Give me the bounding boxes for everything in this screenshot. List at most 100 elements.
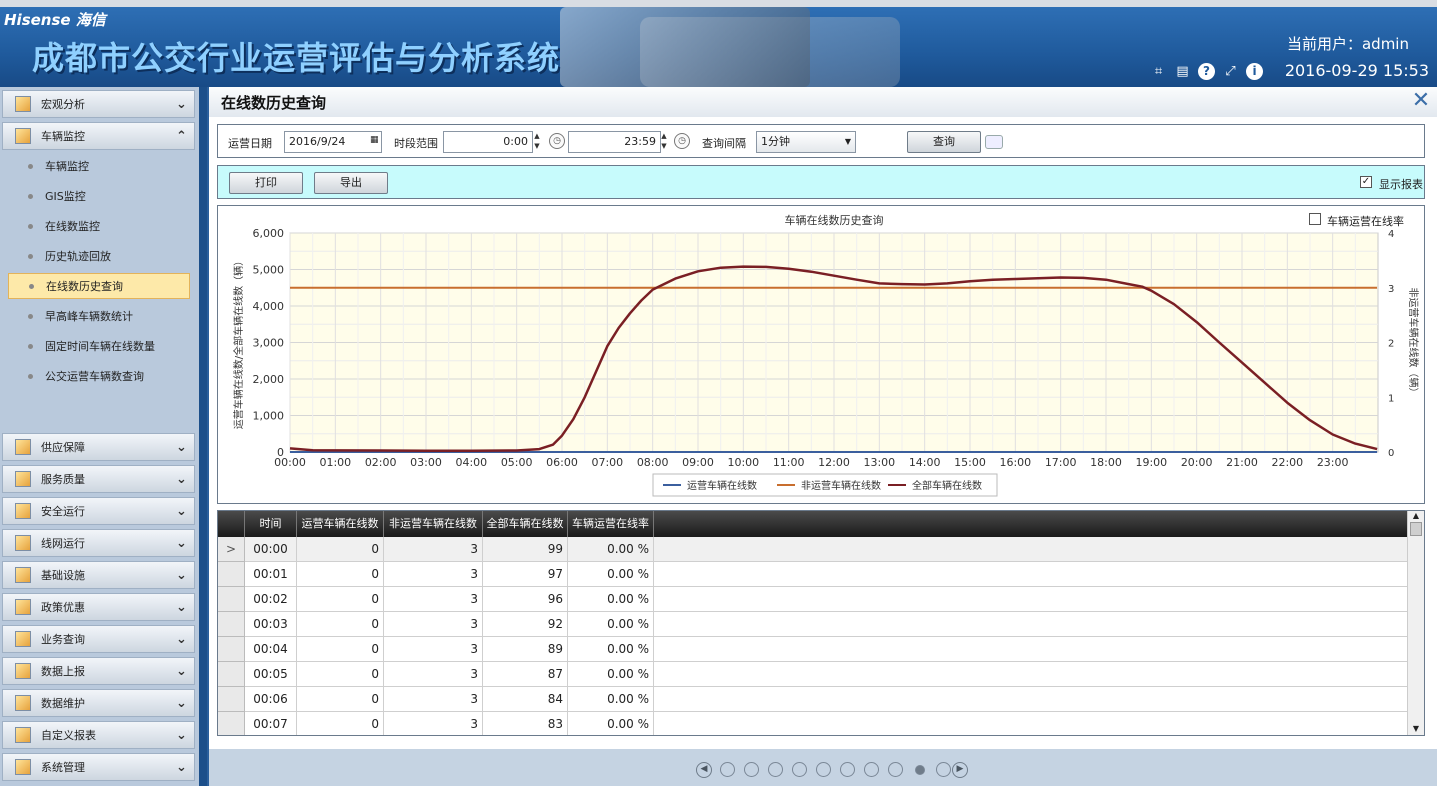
- time-start-field[interactable]: 0:00: [443, 131, 533, 153]
- y2-tick-label: 1: [1388, 393, 1394, 404]
- chevron-down-icon: ⌄: [176, 695, 187, 711]
- scroll-down-icon[interactable]: ▼: [1408, 724, 1424, 733]
- sidebar-group-supply[interactable]: 供应保障 ⌄: [2, 433, 195, 461]
- table-row[interactable]: 00:02 0 3 96 0.00 %: [218, 587, 1409, 612]
- table-cell: 0: [297, 587, 384, 612]
- row-header[interactable]: [218, 612, 245, 637]
- calendar-icon[interactable]: ▦: [370, 135, 379, 145]
- sidebar-item-online-monitor[interactable]: 在线数监控: [8, 213, 190, 239]
- scroll-up-icon[interactable]: ▲: [1408, 511, 1424, 520]
- fullscreen-icon[interactable]: ⤢: [1222, 63, 1239, 80]
- sidebar-group-data-maintenance[interactable]: 数据维护 ⌄: [2, 689, 195, 717]
- column-header[interactable]: 全部车辆在线数: [483, 511, 568, 537]
- table-row[interactable]: 00:03 0 3 92 0.00 %: [218, 612, 1409, 637]
- page-dot[interactable]: [744, 762, 759, 777]
- x-tick-label: 07:00: [591, 456, 623, 469]
- sidebar-group-infrastructure[interactable]: 基础设施 ⌄: [2, 561, 195, 589]
- clock-icon[interactable]: ◷: [674, 133, 690, 149]
- sidebar-group-business-query[interactable]: 业务查询 ⌄: [2, 625, 195, 653]
- table-cell: 87: [483, 662, 568, 687]
- sidebar-group-macro-analysis[interactable]: 宏观分析 ⌄: [2, 90, 195, 118]
- table-cell: 00:03: [245, 612, 297, 637]
- rate-checkbox[interactable]: [1309, 213, 1321, 225]
- page-title: 在线数历史查询: [221, 94, 327, 112]
- legend-label: 运营车辆在线数: [687, 479, 757, 492]
- sidebar-item-online-history[interactable]: 在线数历史查询: [8, 273, 190, 299]
- close-icon[interactable]: ✕: [1410, 90, 1432, 112]
- sidebar-item-bus-count-query[interactable]: 公交运营车辆数查询: [8, 363, 190, 389]
- sidebar-group-label: 供应保障: [41, 441, 85, 454]
- brand-logo: Hisense 海信: [4, 11, 106, 29]
- row-header[interactable]: [218, 637, 245, 662]
- show-report-checkbox[interactable]: ✓: [1360, 176, 1372, 188]
- page-dot[interactable]: [840, 762, 855, 777]
- sidebar-group-safety[interactable]: 安全运行 ⌄: [2, 497, 195, 525]
- page-dot[interactable]: [768, 762, 783, 777]
- info-icon[interactable]: i: [1246, 63, 1263, 80]
- sidebar-item-gis-monitor[interactable]: GIS监控: [8, 183, 190, 209]
- row-header[interactable]: [218, 587, 245, 612]
- sidebar-group-custom-report[interactable]: 自定义报表 ⌄: [2, 721, 195, 749]
- page-dot[interactable]: [888, 762, 903, 777]
- row-header[interactable]: [218, 662, 245, 687]
- table-row[interactable]: 00:01 0 3 97 0.00 %: [218, 562, 1409, 587]
- sidebar-item-peak-stats[interactable]: 早高峰车辆数统计: [8, 303, 190, 329]
- sidebar-group-data-report[interactable]: 数据上报 ⌄: [2, 657, 195, 685]
- time-start-spinner[interactable]: ▲ ▼: [532, 131, 542, 153]
- sidebar-group-policy[interactable]: 政策优惠 ⌄: [2, 593, 195, 621]
- sidebar-item-track-playback[interactable]: 历史轨迹回放: [8, 243, 190, 269]
- table-cell: 0.00 %: [568, 712, 654, 735]
- crop-icon[interactable]: ⌗: [1150, 63, 1167, 80]
- page-dot[interactable]: [720, 762, 735, 777]
- sidebar-group-network[interactable]: 线网运行 ⌄: [2, 529, 195, 557]
- page-dot[interactable]: [816, 762, 831, 777]
- page-dot[interactable]: [792, 762, 807, 777]
- page-dot[interactable]: [864, 762, 879, 777]
- sidebar-item-label: 车辆监控: [45, 160, 89, 173]
- chevron-down-icon: ⌄: [176, 535, 187, 551]
- query-button[interactable]: 查询: [907, 131, 981, 153]
- export-button[interactable]: 导出: [314, 172, 388, 194]
- row-header[interactable]: [218, 562, 245, 587]
- clock-icon[interactable]: ◷: [549, 133, 565, 149]
- time-end-spinner[interactable]: ▲ ▼: [659, 131, 669, 153]
- help-icon[interactable]: ?: [1198, 63, 1215, 80]
- row-header[interactable]: >: [218, 537, 245, 562]
- row-header[interactable]: [218, 687, 245, 712]
- table-row[interactable]: 00:05 0 3 87 0.00 %: [218, 662, 1409, 687]
- next-page-icon[interactable]: ▶: [952, 762, 968, 778]
- row-header[interactable]: [218, 712, 245, 735]
- date-field[interactable]: 2016/9/24: [284, 131, 382, 153]
- scroll-thumb[interactable]: [1410, 522, 1422, 536]
- sidebar-item-fixed-time-count[interactable]: 固定时间车辆在线数量: [8, 333, 190, 359]
- page-dot[interactable]: [936, 762, 951, 777]
- sidebar-group-system[interactable]: 系统管理 ⌄: [2, 753, 195, 781]
- prev-page-icon[interactable]: ◀: [696, 762, 712, 778]
- table-row[interactable]: >00:00 0 3 99 0.00 %: [218, 537, 1409, 562]
- time-end-field[interactable]: 23:59: [568, 131, 661, 153]
- sidebar-group-vehicle-monitor[interactable]: 车辆监控 ⌃: [2, 122, 195, 150]
- keyboard-icon[interactable]: ▤: [1174, 63, 1191, 80]
- sidebar-item-vehicle-monitor[interactable]: 车辆监控: [8, 153, 190, 179]
- grid-scrollbar[interactable]: ▲ ▼: [1407, 511, 1424, 735]
- time-range-label: 时段范围: [394, 137, 438, 150]
- column-header[interactable]: 时间: [245, 511, 297, 537]
- x-tick-label: 22:00: [1271, 456, 1303, 469]
- table-row[interactable]: 00:07 0 3 83 0.00 %: [218, 712, 1409, 735]
- sidebar-group-service[interactable]: 服务质量 ⌄: [2, 465, 195, 493]
- bullet-icon: [28, 373, 33, 379]
- page-dot[interactable]: [915, 765, 925, 775]
- table-cell: 00:07: [245, 712, 297, 735]
- table-row[interactable]: 00:04 0 3 89 0.00 %: [218, 637, 1409, 662]
- table-row[interactable]: 00:06 0 3 84 0.00 %: [218, 687, 1409, 712]
- sidebar-group-label: 宏观分析: [41, 98, 85, 111]
- infrastructure-icon: [15, 567, 31, 583]
- column-header[interactable]: 运营车辆在线数: [297, 511, 384, 537]
- interval-select[interactable]: 1分钟 ▼: [756, 131, 856, 153]
- x-tick-label: 13:00: [863, 456, 895, 469]
- column-header[interactable]: 车辆运营在线率: [568, 511, 654, 537]
- chat-icon[interactable]: [985, 135, 1003, 149]
- print-button[interactable]: 打印: [229, 172, 303, 194]
- column-header[interactable]: 非运营车辆在线数: [384, 511, 483, 537]
- sidebar-splitter[interactable]: [199, 87, 207, 786]
